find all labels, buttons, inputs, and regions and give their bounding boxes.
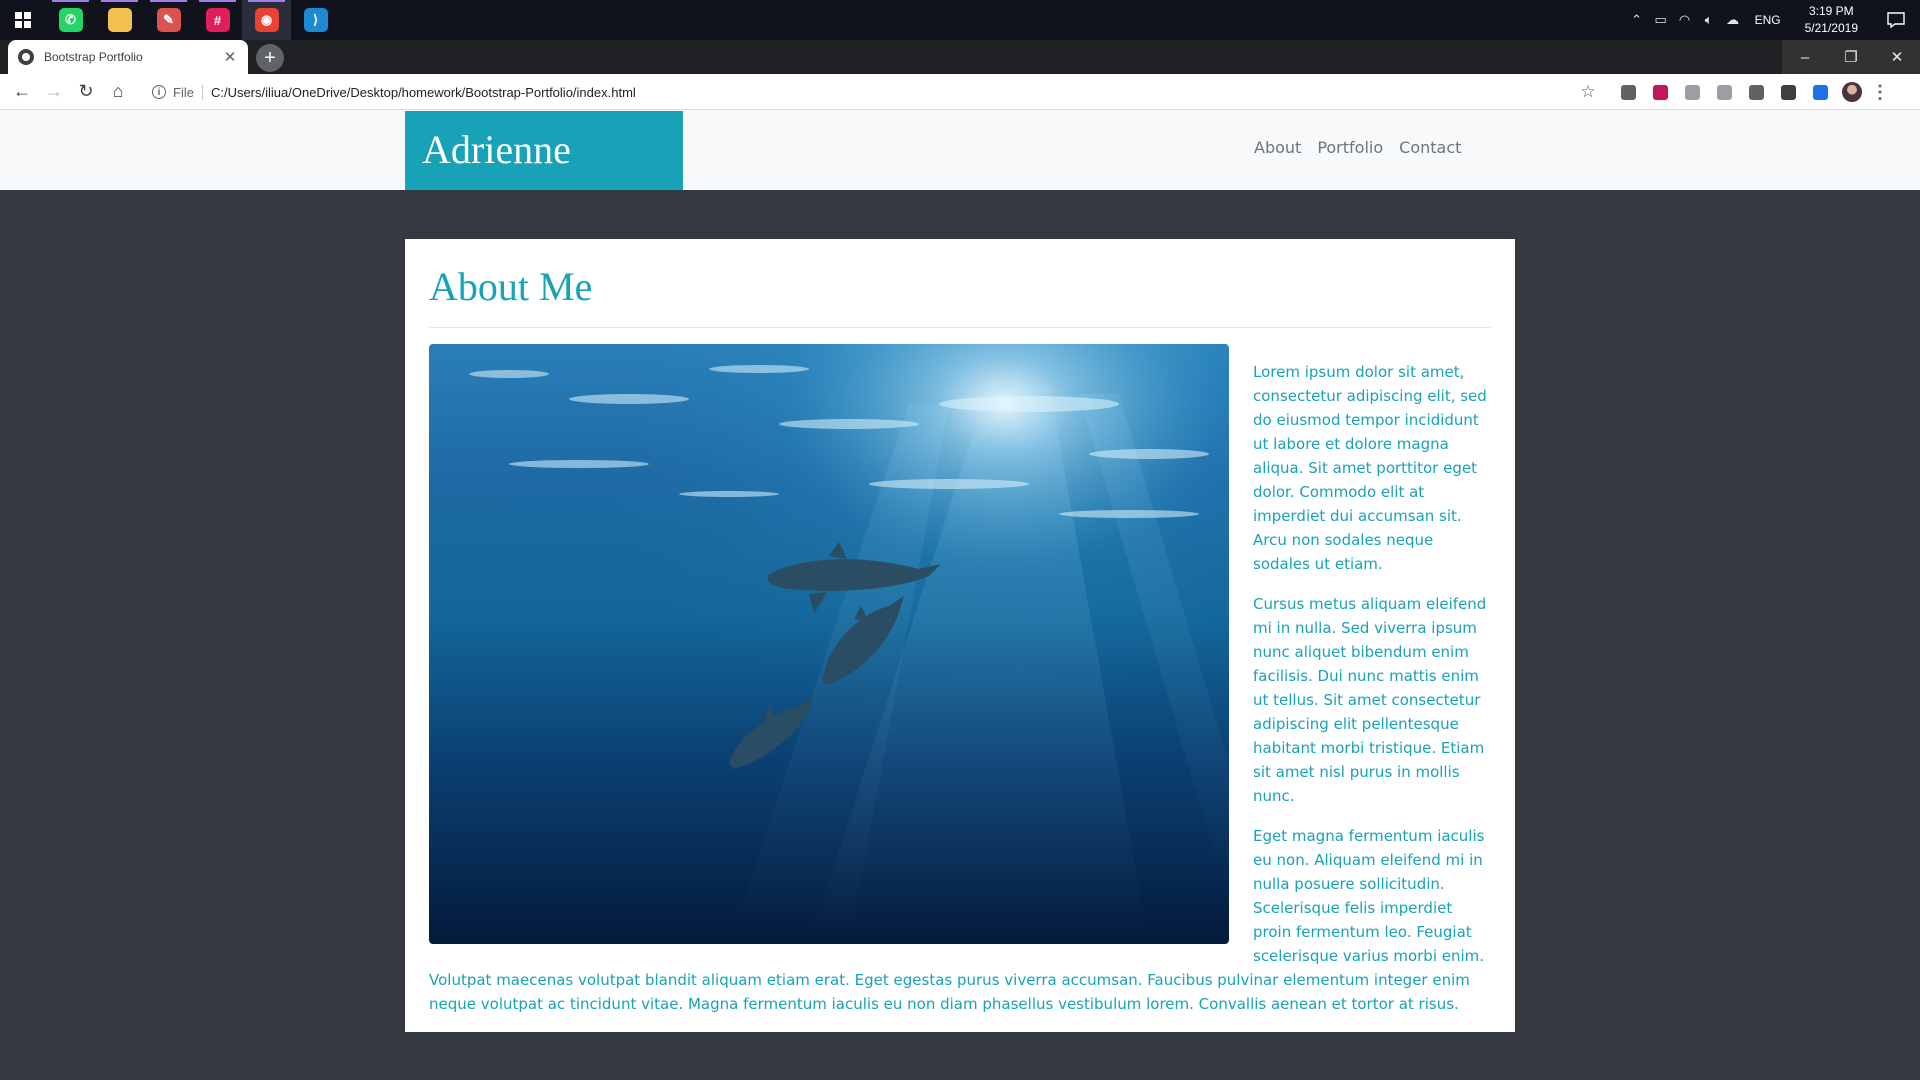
screenshot-extension-icon[interactable]: [1772, 74, 1804, 110]
wifi-icon[interactable]: ◠: [1673, 0, 1697, 40]
arrow-extension-icon-glyph: [1812, 84, 1828, 100]
volume-icon[interactable]: 🔈︎: [1697, 0, 1721, 40]
arrow-extension-icon[interactable]: [1804, 74, 1836, 110]
purple-extension-icon[interactable]: [1644, 74, 1676, 110]
battery-icon[interactable]: ▭: [1649, 0, 1673, 40]
vscode-icon: ⟩: [303, 8, 328, 32]
profile-button[interactable]: [1836, 74, 1868, 110]
nav-link-about[interactable]: About: [1254, 138, 1301, 157]
taskbar-app-whatsapp[interactable]: ✆: [46, 0, 95, 40]
chevron-up-icon[interactable]: ⌃: [1625, 0, 1649, 40]
url-text[interactable]: C:/Users/iliua/OneDrive/Desktop/homework…: [211, 85, 636, 100]
puzzle-extension-icon[interactable]: [1708, 74, 1740, 110]
home-button[interactable]: ⌂: [102, 76, 134, 108]
clock[interactable]: 3:19 PM 5/21/2019: [1791, 3, 1872, 37]
underwater-dolphins-photo: [429, 344, 1229, 944]
notification-icon: [1887, 12, 1905, 28]
info-icon[interactable]: i: [152, 85, 166, 99]
chrome-icon: ◉: [254, 8, 279, 32]
back-button[interactable]: ←: [6, 76, 38, 108]
address-bar[interactable]: i File C:/Users/iliua/OneDrive/Desktop/h…: [144, 77, 1602, 107]
folder-icon: [107, 8, 132, 32]
about-heading: About Me: [429, 264, 593, 309]
film-extension-icon-glyph: [1748, 84, 1764, 100]
clock-time: 3:19 PM: [1808, 4, 1854, 18]
web-page: Adrienne About Portfolio Contact About M…: [0, 110, 1920, 1080]
grey-extension-icon-glyph: [1684, 84, 1700, 100]
nav-link-portfolio[interactable]: Portfolio: [1317, 138, 1383, 157]
taskbar-app-vscode[interactable]: ⟩: [291, 0, 340, 40]
extension-icons: [1612, 74, 1836, 110]
site-brand[interactable]: Adrienne: [405, 111, 683, 190]
screenshot-extension-icon-glyph: [1780, 84, 1796, 100]
shield-extension-icon[interactable]: [1612, 74, 1644, 110]
reload-button[interactable]: ↻: [70, 76, 102, 108]
globe-icon: [18, 49, 34, 65]
about-content: Lorem ipsum dolor sit amet, consectetur …: [429, 344, 1491, 1032]
taskbar-app-file-explorer[interactable]: [95, 0, 144, 40]
clock-date: 5/21/2019: [1804, 21, 1858, 35]
browser-tab[interactable]: Bootstrap Portfolio ✕: [8, 40, 248, 74]
divider: [429, 327, 1491, 328]
chrome-menu-icon[interactable]: ⋮: [1868, 74, 1892, 110]
system-tray: ⌃ ▭ ◠ 🔈︎ ☁ ENG 3:19 PM 5/21/2019: [1625, 0, 1920, 40]
action-center-button[interactable]: [1872, 0, 1920, 40]
new-tab-button[interactable]: +: [256, 44, 284, 72]
puzzle-extension-icon-glyph: [1716, 84, 1732, 100]
avatar: [1842, 82, 1862, 102]
about-card: About Me Lorem ipsum dolor sit amet, con…: [405, 239, 1515, 1032]
purple-extension-icon-glyph: [1652, 84, 1668, 100]
close-tab-icon[interactable]: ✕: [222, 49, 238, 66]
minimize-button[interactable]: –: [1782, 40, 1828, 74]
taskbar-pinned-apps: ✆ ✎ # ◉ ⟩: [46, 0, 340, 40]
site-nav-links: About Portfolio Contact: [1254, 138, 1461, 157]
language-indicator[interactable]: ENG: [1745, 13, 1791, 27]
taskbar-app-chrome[interactable]: ◉: [242, 0, 291, 40]
film-extension-icon[interactable]: [1740, 74, 1772, 110]
grey-extension-icon[interactable]: [1676, 74, 1708, 110]
address-scheme-label: File: [173, 84, 203, 100]
shield-extension-icon-glyph: [1620, 84, 1636, 100]
restore-button[interactable]: ❐: [1828, 40, 1874, 74]
nav-link-contact[interactable]: Contact: [1399, 138, 1461, 157]
taskbar-app-slack[interactable]: #: [193, 0, 242, 40]
extensions-bar: ⋮: [1612, 74, 1892, 110]
bookmark-star-icon[interactable]: ☆: [1574, 77, 1602, 107]
windows-start-button[interactable]: [0, 0, 46, 40]
forward-button[interactable]: →: [38, 76, 70, 108]
dolphins-image: [429, 344, 1229, 944]
slack-icon: #: [205, 8, 230, 32]
onedrive-cloud-icon[interactable]: ☁: [1721, 0, 1745, 40]
windows-logo-icon: [15, 12, 31, 28]
browser-tab-strip: Bootstrap Portfolio ✕ + – ❐ ✕: [0, 40, 1920, 74]
site-navbar: Adrienne About Portfolio Contact: [0, 110, 1920, 190]
windows-taskbar: ✆ ✎ # ◉ ⟩ ⌃ ▭ ◠ 🔈︎ ☁ ENG 3:19 PM 5/21/2019: [0, 0, 1920, 40]
tab-title: Bootstrap Portfolio: [44, 50, 143, 64]
browser-toolbar: ← → ↻ ⌂ i File C:/Users/iliua/OneDrive/D…: [0, 74, 1920, 110]
taskbar-app-paint[interactable]: ✎: [144, 0, 193, 40]
palette-icon: ✎: [156, 8, 181, 32]
whatsapp-icon: ✆: [58, 8, 83, 32]
close-window-button[interactable]: ✕: [1874, 40, 1920, 74]
